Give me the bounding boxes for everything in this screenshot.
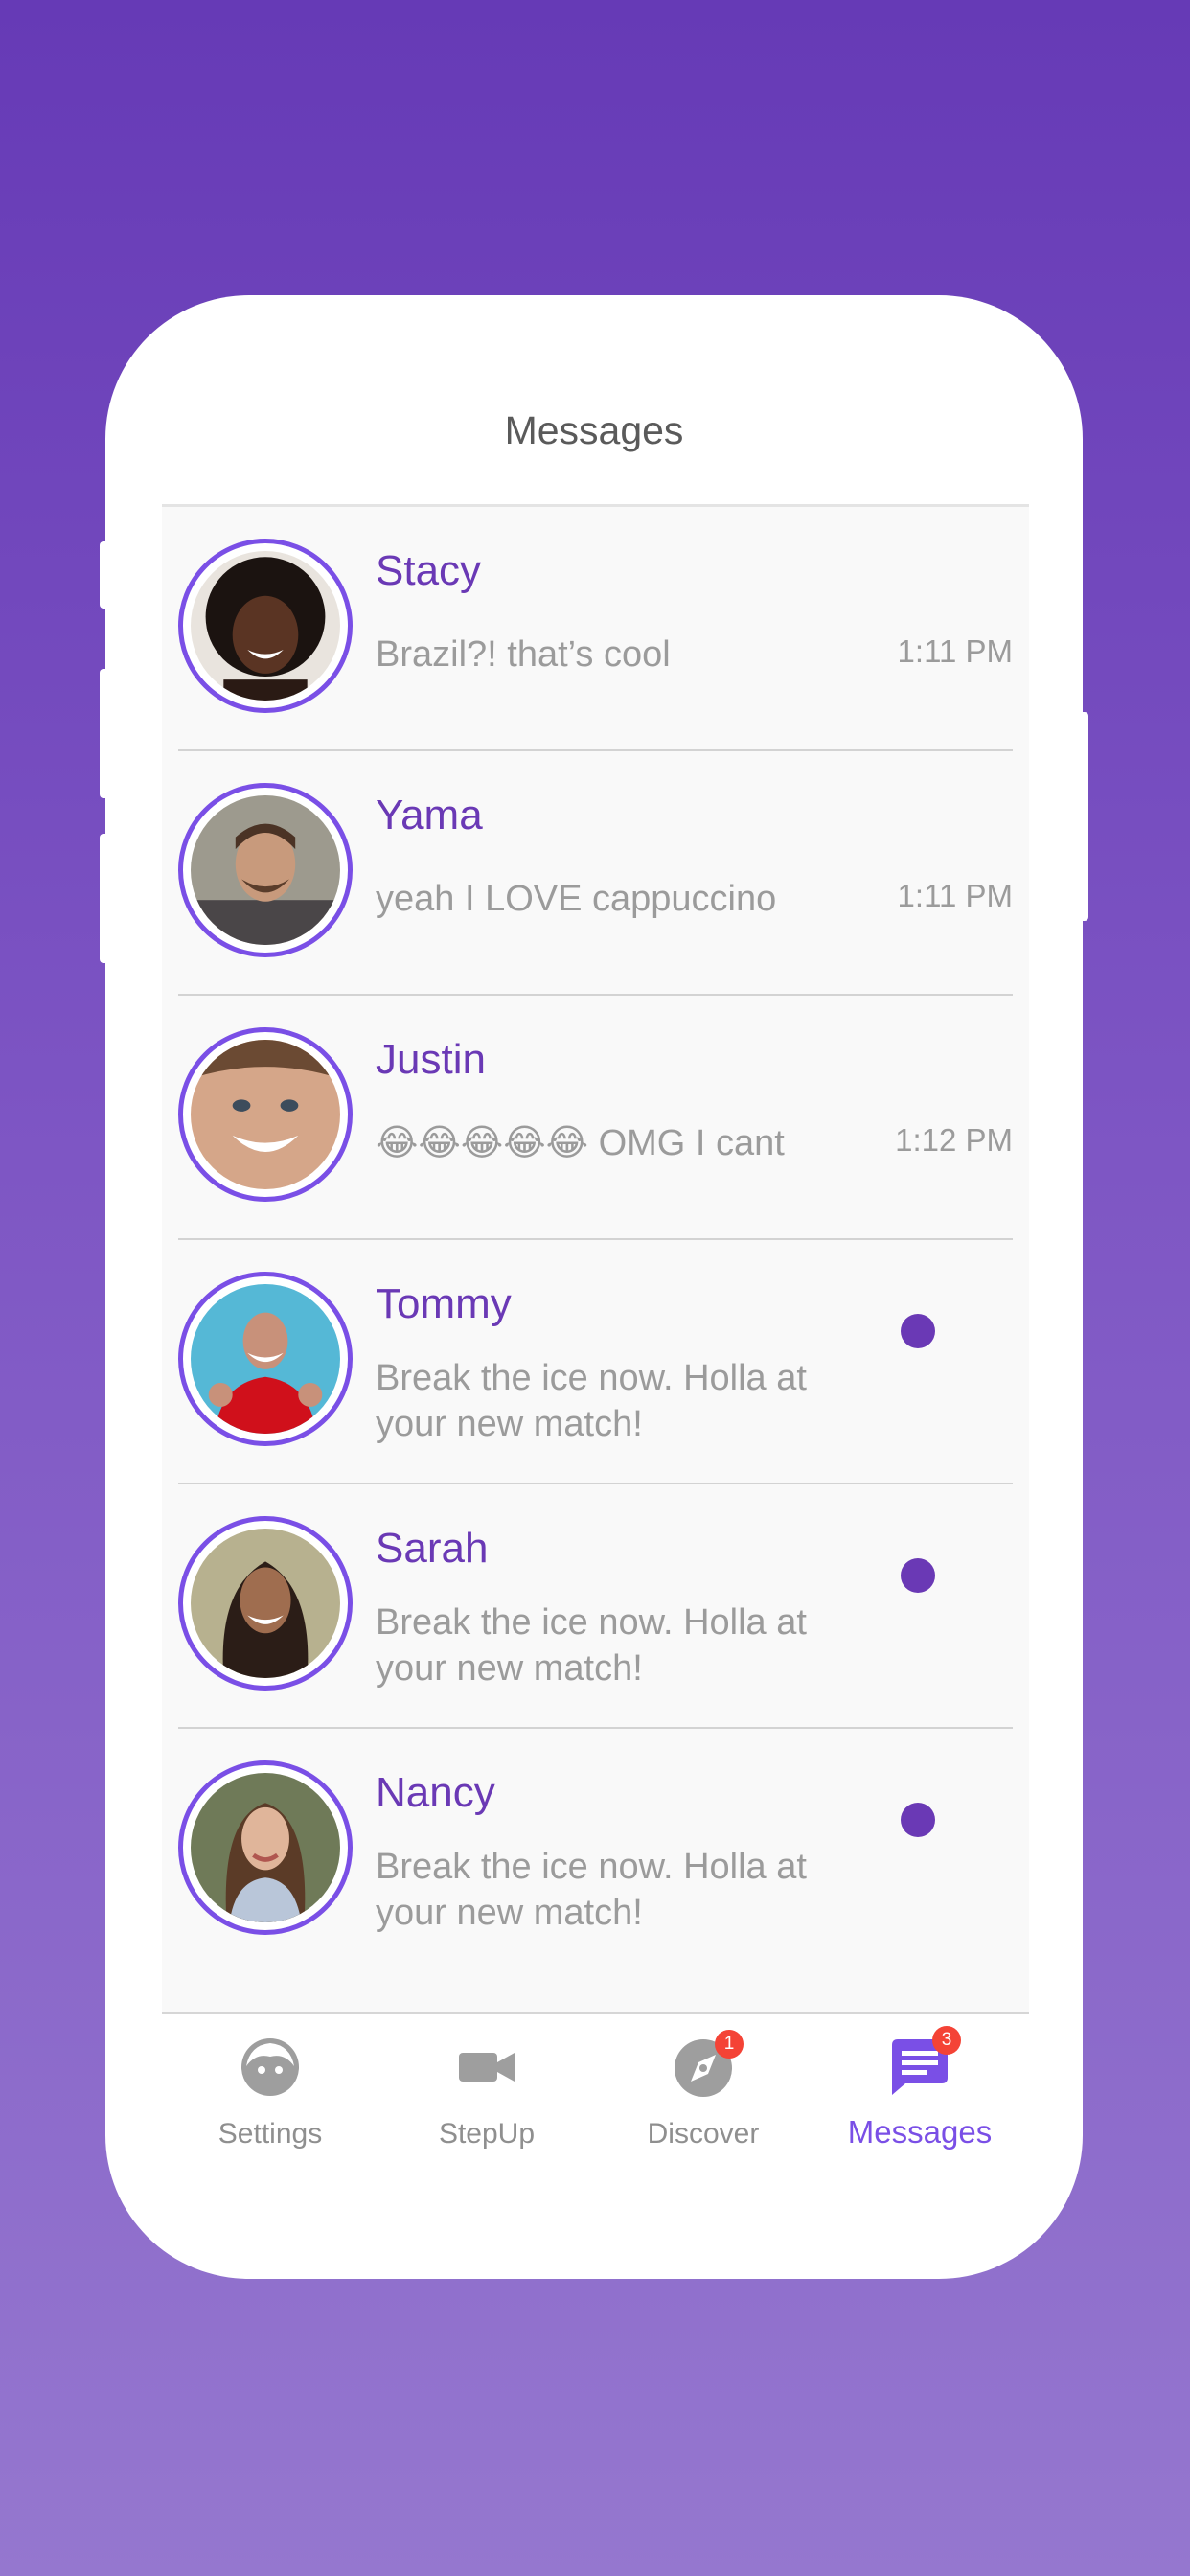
phone-screen: Messages Stacy Brazil?! that’s cool 1:11…: [105, 295, 1083, 2279]
avatar: [178, 539, 353, 713]
message-preview: 😂😂😂😂😂 OMG I cant: [376, 1123, 785, 1163]
avatar: [178, 783, 353, 957]
conversation-row[interactable]: Sarah Break the ice now. Holla at your n…: [162, 1484, 1029, 1729]
message-preview: yeah I LOVE cappuccino: [376, 879, 777, 919]
message-preview: Break the ice now. Holla at your new mat…: [376, 1847, 807, 1933]
notification-badge: 3: [932, 2026, 961, 2055]
unread-indicator: [901, 1558, 935, 1593]
contact-name: Yama: [376, 792, 483, 839]
contact-name: Sarah: [376, 1525, 489, 1572]
tab-bar: Settings StepUp 1 Discover 3 Messages: [162, 2012, 1029, 2166]
page-title: Messages: [504, 408, 684, 452]
tab-label: Settings: [217, 2118, 323, 2150]
tab-label: Discover: [647, 2118, 760, 2150]
avatar: [178, 1272, 353, 1446]
contact-name: Tommy: [376, 1280, 512, 1327]
avatar-photo: [191, 1040, 340, 1189]
conversation-row[interactable]: Tommy Break the ice now. Holla at your n…: [162, 1240, 1029, 1484]
message-time: 1:11 PM: [897, 633, 1013, 669]
video-camera-icon: [459, 2053, 515, 2082]
avatar-photo: [191, 1773, 340, 1922]
message-preview: Break the ice now. Holla at your new mat…: [376, 1358, 807, 1444]
tab-discover[interactable]: 1 Discover: [595, 2012, 812, 2166]
contact-name: Stacy: [376, 547, 482, 594]
tab-messages[interactable]: 3 Messages: [812, 2012, 1028, 2166]
message-preview: Break the ice now. Holla at your new mat…: [376, 1602, 807, 1689]
contact-name: Justin: [376, 1036, 486, 1083]
avatar: [178, 1760, 353, 1935]
conversation-row[interactable]: Stacy Brazil?! that’s cool 1:11 PM: [162, 507, 1029, 751]
message-preview: Brazil?! that’s cool: [376, 634, 671, 675]
conversation-row[interactable]: Justin 😂😂😂😂😂 OMG I cant 1:12 PM: [162, 996, 1029, 1240]
avatar-photo: [191, 1529, 340, 1678]
conversation-row[interactable]: Nancy Break the ice now. Holla at your n…: [162, 1729, 1029, 1973]
unread-indicator: [901, 1314, 935, 1348]
contact-name: Nancy: [376, 1769, 495, 1816]
avatar: [178, 1027, 353, 1202]
unread-indicator: [901, 1803, 935, 1837]
avatar-photo: [191, 551, 340, 701]
message-time: 1:12 PM: [895, 1122, 1013, 1158]
face-icon: [241, 2038, 299, 2096]
avatar-photo: [191, 1284, 340, 1434]
tab-label: Messages: [847, 2114, 993, 2150]
tab-stepup[interactable]: StepUp: [378, 2012, 595, 2166]
notification-badge: 1: [715, 2030, 744, 2058]
avatar: [178, 1516, 353, 1690]
message-time: 1:11 PM: [897, 878, 1013, 913]
tab-label: StepUp: [438, 2118, 536, 2150]
avatar-photo: [191, 795, 340, 945]
conversation-list: Stacy Brazil?! that’s cool 1:11 PM Yama …: [162, 504, 1029, 2014]
conversation-row[interactable]: Yama yeah I LOVE cappuccino 1:11 PM: [162, 751, 1029, 996]
tab-settings[interactable]: Settings: [162, 2012, 378, 2166]
